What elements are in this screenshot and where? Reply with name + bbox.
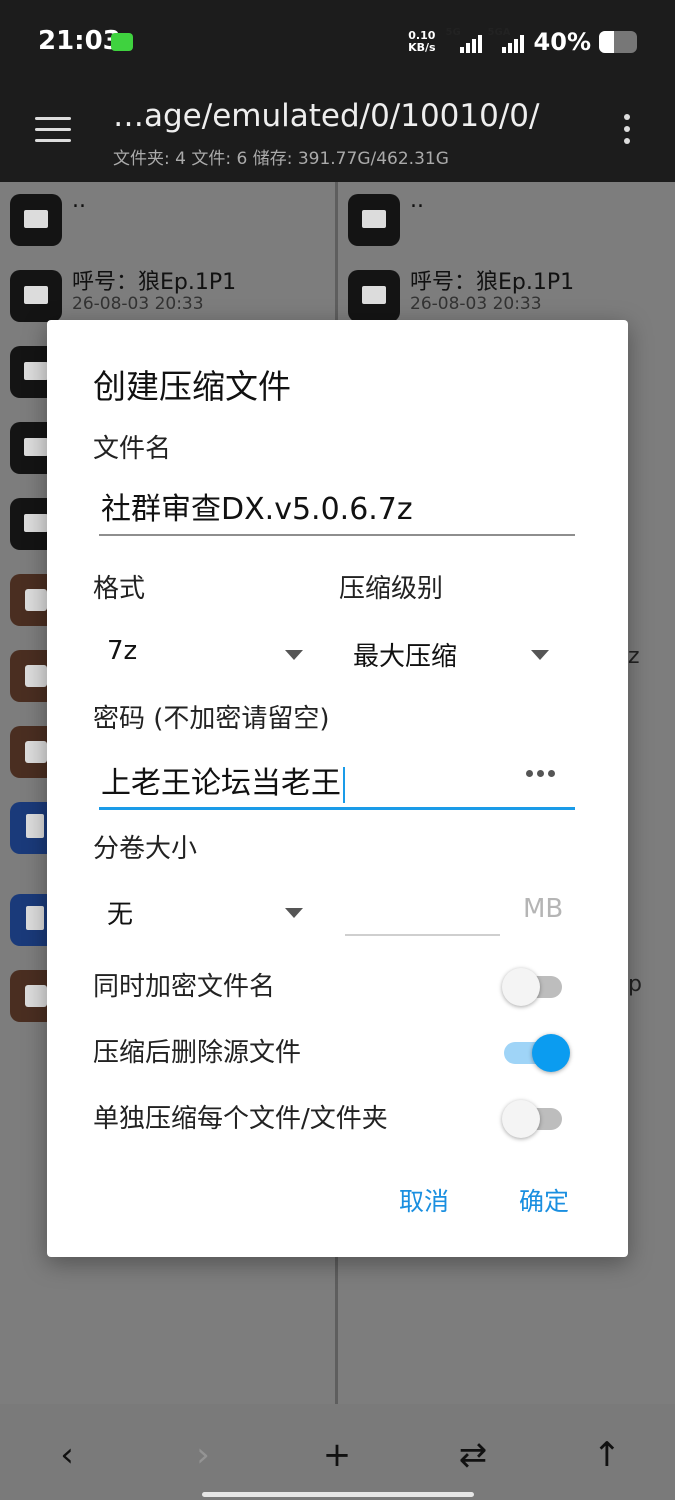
file-name-fragment: z — [628, 644, 640, 669]
file-name: .. — [72, 188, 86, 213]
plus-icon[interactable]: + — [312, 1430, 362, 1480]
file-name: 呼号：狼Ep.1P1 — [72, 270, 237, 295]
encrypt-filenames-label: 同时加密文件名 — [93, 972, 276, 1002]
volume-size-input[interactable] — [345, 878, 500, 936]
bottom-toolbar: ‹ › + ⇄ ↑ — [0, 1404, 675, 1500]
cancel-button[interactable]: 取消 — [399, 1182, 449, 1218]
create-archive-dialog: 创建压缩文件 文件名 社群审查DX.v5.0.6.7z 格式 压缩级别 7z 最… — [47, 320, 628, 1257]
format-label: 格式 — [93, 574, 146, 604]
signal-icon-sim2: 5GA — [488, 27, 524, 55]
separate-archives-toggle[interactable] — [502, 1096, 564, 1138]
chevron-down-icon — [285, 650, 303, 660]
folder-icon — [10, 194, 62, 246]
filename-label: 文件名 — [93, 434, 172, 464]
delete-source-label: 压缩后删除源文件 — [93, 1038, 302, 1068]
format-dropdown[interactable]: 7z — [93, 632, 303, 676]
password-value: 上老王论坛当老王 — [101, 766, 341, 801]
menu-icon[interactable] — [35, 117, 71, 143]
file-name: .. — [410, 188, 424, 213]
chevron-left-icon[interactable]: ‹ — [42, 1430, 92, 1480]
battery-percent: 40% — [533, 28, 591, 56]
list-item[interactable]: .. — [338, 182, 675, 258]
home-indicator[interactable] — [202, 1492, 474, 1497]
dialog-title: 创建压缩文件 — [93, 367, 291, 406]
format-value: 7z — [107, 636, 138, 666]
filename-value: 社群审查DX.v5.0.6.7z — [101, 492, 413, 527]
file-name-fragment: p — [628, 972, 642, 997]
current-path[interactable]: …age/emulated/0/10010/0/ — [113, 98, 539, 134]
filename-input[interactable]: 社群审查DX.v5.0.6.7z — [99, 478, 575, 536]
folder-icon — [348, 194, 400, 246]
text-cursor — [343, 766, 345, 803]
password-input[interactable]: 上老王论坛当老王 — [99, 752, 575, 810]
signal-icon-sim1: 5G — [446, 27, 482, 55]
folder-icon — [348, 270, 400, 322]
battery-icon — [599, 31, 637, 53]
status-icons: 0.10 KB/s 5G 5GA 40% — [408, 24, 637, 60]
volume-size-unit: MB — [523, 894, 564, 924]
status-bar: 21:03 0.10 KB/s 5G 5GA 40% — [0, 0, 675, 80]
delete-source-toggle[interactable] — [502, 1030, 570, 1072]
volume-size-value: 无 — [107, 900, 134, 930]
compression-level-dropdown[interactable]: 最大压缩 — [339, 632, 549, 676]
app-notification-icon — [111, 33, 133, 51]
file-date: 26-08-03 20:33 — [72, 294, 204, 314]
chevron-right-icon[interactable]: › — [178, 1430, 228, 1480]
compression-level-value: 最大压缩 — [353, 642, 458, 672]
password-label: 密码 (不加密请留空) — [93, 704, 330, 734]
clock: 21:03 — [38, 26, 121, 56]
storage-info: 文件夹: 4 文件: 6 储存: 391.77G/462.31G — [113, 149, 449, 169]
arrow-up-icon[interactable]: ↑ — [582, 1430, 632, 1480]
volume-size-dropdown[interactable]: 无 — [93, 890, 303, 934]
compression-level-label: 压缩级别 — [339, 574, 444, 604]
ok-button[interactable]: 确定 — [519, 1182, 569, 1218]
chevron-down-icon — [531, 650, 549, 660]
network-speed: 0.10 KB/s — [408, 29, 436, 54]
separate-archives-label: 单独压缩每个文件/文件夹 — [93, 1104, 388, 1134]
chevron-down-icon — [285, 908, 303, 918]
show-password-icon[interactable] — [526, 770, 555, 777]
list-item[interactable]: .. — [0, 182, 335, 258]
file-date: 26-08-03 20:33 — [410, 294, 542, 314]
swap-arrows-icon[interactable]: ⇄ — [448, 1430, 498, 1480]
app-bar: …age/emulated/0/10010/0/ 文件夹: 4 文件: 6 储存… — [0, 80, 675, 182]
folder-icon — [10, 270, 62, 322]
volume-size-label: 分卷大小 — [93, 834, 198, 864]
more-options-icon[interactable] — [624, 114, 632, 148]
encrypt-filenames-toggle[interactable] — [502, 964, 564, 1006]
file-name: 呼号：狼Ep.1P1 — [410, 270, 575, 295]
